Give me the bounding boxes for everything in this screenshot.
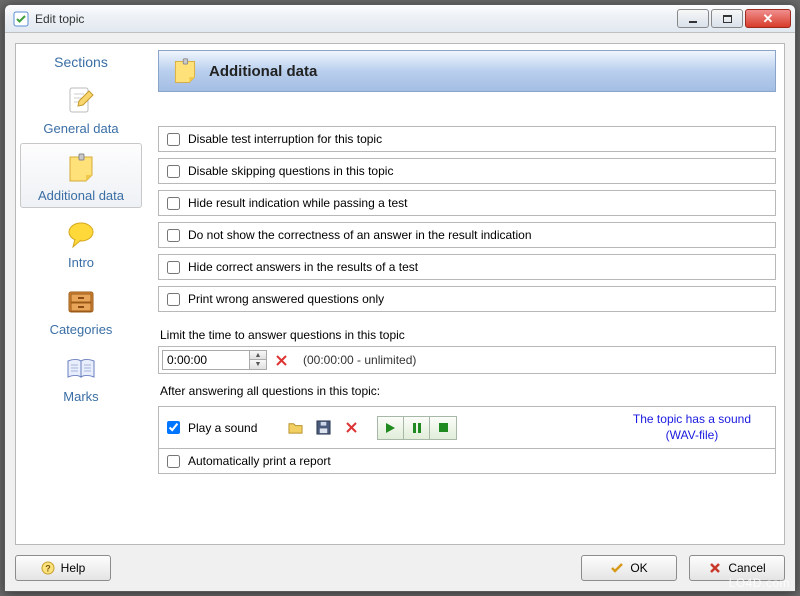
sidebar-item-label: Categories	[23, 322, 139, 337]
cancel-x-icon	[708, 561, 722, 575]
maximize-button[interactable]	[711, 9, 743, 28]
minimize-button[interactable]	[677, 9, 709, 28]
time-limit-row: ▲ ▼ (00:00:00 - unlimited)	[158, 346, 776, 374]
checkbox[interactable]	[167, 261, 180, 274]
auto-print-row: Automatically print a report	[159, 449, 775, 473]
button-label: OK	[630, 561, 647, 575]
open-book-icon	[65, 353, 97, 385]
edit-topic-window: Edit topic ✕ Sections General data Addit…	[4, 4, 796, 592]
help-icon: ?	[41, 561, 55, 575]
option-hide-correctness[interactable]: Do not show the correctness of an answer…	[158, 222, 776, 248]
option-label: Disable test interruption for this topic	[188, 132, 382, 146]
button-label: Help	[61, 561, 86, 575]
option-disable-skipping[interactable]: Disable skipping questions in this topic	[158, 158, 776, 184]
delete-x-icon	[275, 354, 288, 367]
floppy-disk-icon	[316, 420, 331, 435]
footer: ? Help OK Cancel	[15, 555, 785, 581]
checkbox[interactable]	[167, 229, 180, 242]
pause-button[interactable]	[404, 417, 430, 439]
sidebar-item-label: General data	[23, 121, 139, 136]
stop-icon	[438, 422, 449, 433]
titlebar: Edit topic ✕	[5, 5, 795, 33]
option-label: Do not show the correctness of an answer…	[188, 228, 532, 242]
option-label: Disable skipping questions in this topic	[188, 164, 393, 178]
checkbox[interactable]	[167, 165, 180, 178]
option-print-wrong-only[interactable]: Print wrong answered questions only	[158, 286, 776, 312]
sidebar: Sections General data Additional data In…	[16, 44, 146, 544]
sticky-note-icon	[171, 57, 199, 85]
play-sound-row: Play a sound	[159, 407, 775, 449]
option-disable-interruption[interactable]: Disable test interruption for this topic	[158, 126, 776, 152]
pause-icon	[412, 422, 422, 434]
sound-status-message: The topic has a sound (WAV-file)	[633, 412, 767, 443]
content-area: Additional data Disable test interruptio…	[146, 44, 784, 544]
sidebar-item-label: Additional data	[23, 188, 139, 203]
spinner-down-icon[interactable]: ▼	[250, 360, 266, 369]
sidebar-item-categories[interactable]: Categories	[20, 277, 142, 342]
time-limit-label: Limit the time to answer questions in th…	[160, 328, 776, 342]
checkbox[interactable]	[167, 197, 180, 210]
media-controls	[377, 416, 457, 440]
help-button[interactable]: ? Help	[15, 555, 111, 581]
spinner-up-icon[interactable]: ▲	[250, 351, 266, 360]
auto-print-checkbox[interactable]	[167, 455, 180, 468]
sidebar-item-general-data[interactable]: General data	[20, 76, 142, 141]
open-sound-button[interactable]	[287, 420, 303, 436]
content-header: Additional data	[158, 50, 776, 92]
sidebar-item-marks[interactable]: Marks	[20, 344, 142, 409]
sidebar-item-intro[interactable]: Intro	[20, 210, 142, 275]
app-icon	[13, 11, 29, 27]
content-title: Additional data	[209, 63, 317, 80]
option-label: Hide correct answers in the results of a…	[188, 260, 418, 274]
check-icon	[610, 561, 624, 575]
play-icon	[385, 422, 396, 434]
main-panel: Sections General data Additional data In…	[15, 43, 785, 545]
window-title: Edit topic	[35, 12, 84, 26]
auto-print-label: Automatically print a report	[188, 454, 331, 468]
after-answering-label: After answering all questions in this to…	[160, 384, 776, 398]
folder-open-icon	[288, 420, 303, 435]
option-hide-correct-answers[interactable]: Hide correct answers in the results of a…	[158, 254, 776, 280]
delete-x-icon	[345, 421, 358, 434]
watermark: LO4D.com	[729, 576, 790, 590]
delete-sound-button[interactable]	[343, 420, 359, 436]
sidebar-item-additional-data[interactable]: Additional data	[20, 143, 142, 208]
speech-bubble-icon	[65, 219, 97, 251]
time-spinner[interactable]: ▲ ▼	[250, 350, 267, 370]
play-sound-label: Play a sound	[188, 421, 257, 435]
time-limit-input[interactable]	[162, 350, 250, 370]
option-label: Hide result indication while passing a t…	[188, 196, 407, 210]
sidebar-item-label: Marks	[23, 389, 139, 404]
save-sound-button[interactable]	[315, 420, 331, 436]
document-pencil-icon	[65, 85, 97, 117]
time-hint: (00:00:00 - unlimited)	[303, 353, 416, 367]
sidebar-title: Sections	[20, 54, 142, 70]
checkbox[interactable]	[167, 293, 180, 306]
drawer-icon	[65, 286, 97, 318]
clear-time-button[interactable]	[273, 352, 289, 368]
button-label: Cancel	[728, 561, 765, 575]
client-area: Sections General data Additional data In…	[5, 33, 795, 591]
play-button[interactable]	[378, 417, 404, 439]
stop-button[interactable]	[430, 417, 456, 439]
play-sound-checkbox[interactable]	[167, 421, 180, 434]
option-label: Print wrong answered questions only	[188, 292, 384, 306]
sidebar-item-label: Intro	[23, 255, 139, 270]
option-hide-result-indication[interactable]: Hide result indication while passing a t…	[158, 190, 776, 216]
ok-button[interactable]: OK	[581, 555, 677, 581]
checkbox[interactable]	[167, 133, 180, 146]
svg-text:?: ?	[45, 564, 51, 574]
close-button[interactable]: ✕	[745, 9, 791, 28]
sticky-note-icon	[65, 152, 97, 184]
after-answering-box: Play a sound	[158, 406, 776, 474]
